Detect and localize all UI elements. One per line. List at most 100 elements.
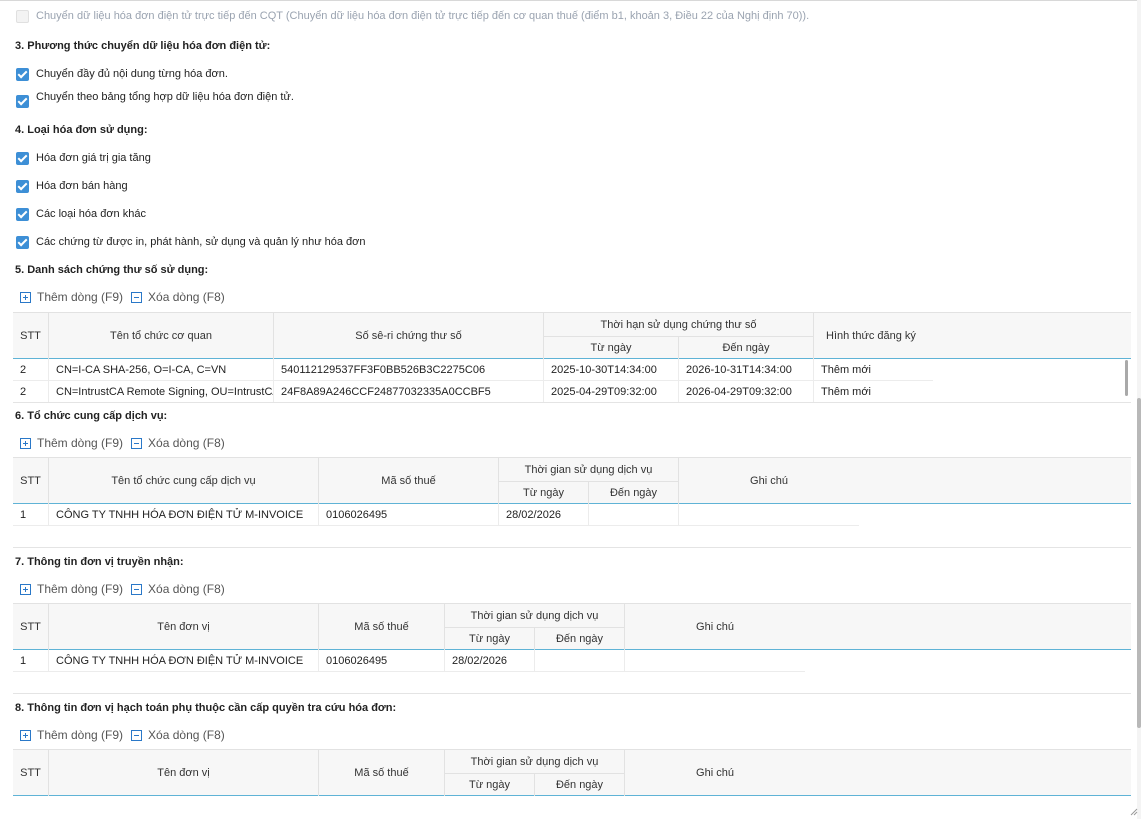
plus-square-icon bbox=[20, 437, 31, 449]
section-4-heading: 4. Loại hóa đơn sử dụng: bbox=[15, 124, 148, 136]
page-scrollbar[interactable] bbox=[1137, 0, 1141, 819]
col-tax-code[interactable]: Mã số thuế bbox=[319, 750, 445, 796]
col-group-period: Thời gian sử dụng dịch vụ bbox=[499, 458, 679, 481]
checkbox-checked-icon[interactable] bbox=[16, 207, 29, 221]
section-5-toolbar: Thêm dòng (F9) Xóa dòng (F8) bbox=[20, 289, 233, 305]
cell-form: Thêm mới bbox=[821, 364, 871, 376]
col-org-name[interactable]: Tên tổ chức cơ quan bbox=[49, 313, 274, 359]
section-8-heading: 8. Thông tin đơn vị hạch toán phụ thuộc … bbox=[15, 702, 397, 714]
col-to-date[interactable]: Đến ngày bbox=[535, 773, 625, 796]
table-row[interactable]: 2 CN=IntrustCA Remote Signing, OU=Intrus… bbox=[13, 381, 933, 403]
cell-org: CN=I-CA SHA-256, O=I-CA, C=VN bbox=[49, 359, 274, 381]
col-tax-code[interactable]: Mã số thuế bbox=[319, 604, 445, 650]
col-note[interactable]: Ghi chú bbox=[625, 750, 805, 796]
minus-square-icon bbox=[131, 729, 143, 741]
col-registration-form[interactable]: Hình thức đăng ký bbox=[814, 313, 1131, 359]
cell-to bbox=[535, 650, 625, 672]
delete-row-button[interactable]: Xóa dòng (F8) bbox=[131, 728, 225, 742]
checkbox-checked-icon[interactable] bbox=[16, 151, 29, 165]
checkbox-checked-icon[interactable] bbox=[16, 235, 29, 249]
col-to-date[interactable]: Đến ngày bbox=[679, 336, 814, 359]
cell-name: CÔNG TY TNHH HÓA ĐƠN ĐIỆN TỬ M-INVOICE bbox=[49, 504, 319, 526]
col-from-date[interactable]: Từ ngày bbox=[445, 627, 535, 650]
delete-row-button[interactable]: Xóa dòng (F8) bbox=[131, 436, 225, 450]
cell-stt: 2 bbox=[13, 359, 49, 381]
option-documents-as-invoices[interactable]: Các chứng từ được in, phát hành, sử dụng… bbox=[16, 234, 366, 250]
option-direct-transfer[interactable]: Chuyển dữ liệu hóa đơn điện tử trực tiếp… bbox=[16, 8, 809, 24]
add-row-button[interactable]: Thêm dòng (F9) bbox=[20, 436, 123, 450]
col-unit-name[interactable]: Tên đơn vị bbox=[49, 604, 319, 650]
add-row-button[interactable]: Thêm dòng (F9) bbox=[20, 582, 123, 596]
add-row-button[interactable]: Thêm dòng (F9) bbox=[20, 290, 123, 304]
page-scrollbar-thumb[interactable] bbox=[1137, 398, 1141, 728]
delete-row-label: Xóa dòng (F8) bbox=[148, 582, 225, 596]
option-label: Chuyển theo bảng tổng hợp dữ liệu hóa đơ… bbox=[36, 91, 294, 103]
col-stt[interactable]: STT bbox=[13, 458, 49, 504]
col-from-date[interactable]: Từ ngày bbox=[544, 336, 679, 359]
col-note[interactable]: Ghi chú bbox=[625, 604, 805, 650]
col-to-date[interactable]: Đến ngày bbox=[589, 481, 679, 504]
grid-bottom-divider bbox=[13, 402, 1131, 403]
option-vat-invoice[interactable]: Hóa đơn giá trị gia tăng bbox=[16, 150, 151, 166]
resize-handle-icon[interactable] bbox=[1130, 808, 1138, 816]
delete-row-label: Xóa dòng (F8) bbox=[148, 436, 225, 450]
grid-header: STT Tên tổ chức cung cấp dịch vụ Mã số t… bbox=[13, 457, 1131, 504]
add-row-label: Thêm dòng (F9) bbox=[37, 728, 124, 742]
checkbox-checked-icon[interactable] bbox=[16, 67, 29, 81]
col-provider-name[interactable]: Tên tổ chức cung cấp dịch vụ bbox=[49, 458, 319, 504]
delete-row-label: Xóa dòng (F8) bbox=[148, 728, 225, 742]
dependent-unit-grid: STT Tên đơn vị Mã số thuế Thời gian sử d… bbox=[13, 749, 1131, 797]
checkbox-unchecked-icon[interactable] bbox=[16, 9, 29, 23]
cell-serial: 24F8A89A246CCF24877032335A0CCBF5 bbox=[274, 381, 544, 403]
cell-org: CN=IntrustCA Remote Signing, OU=IntrustC… bbox=[49, 381, 274, 403]
plus-square-icon bbox=[20, 729, 31, 741]
certificate-grid: STT Tên tổ chức cơ quan Số sê-ri chứng t… bbox=[13, 312, 1131, 404]
cell-name: CÔNG TY TNHH HÓA ĐƠN ĐIỆN TỬ M-INVOICE bbox=[49, 650, 319, 672]
cell-from: 28/02/2026 bbox=[445, 650, 535, 672]
section-divider bbox=[13, 547, 1131, 548]
checkbox-checked-icon[interactable] bbox=[16, 94, 29, 108]
checkbox-checked-icon[interactable] bbox=[16, 179, 29, 193]
table-row[interactable]: 1 CÔNG TY TNHH HÓA ĐƠN ĐIỆN TỬ M-INVOICE… bbox=[13, 504, 859, 526]
col-from-date[interactable]: Từ ngày bbox=[499, 481, 589, 504]
option-summary-table[interactable]: Chuyển theo bảng tổng hợp dữ liệu hóa đơ… bbox=[16, 89, 294, 108]
col-from-date[interactable]: Từ ngày bbox=[445, 773, 535, 796]
registration-form-page: Chuyển dữ liệu hóa đơn điện tử trực tiếp… bbox=[0, 0, 1141, 819]
cell-tax: 0106026495 bbox=[319, 650, 445, 672]
cell-note bbox=[679, 504, 859, 526]
col-stt[interactable]: STT bbox=[13, 604, 49, 650]
transmitter-grid: STT Tên đơn vị Mã số thuế Thời gian sử d… bbox=[13, 603, 1131, 673]
minus-square-icon bbox=[131, 583, 143, 595]
add-row-label: Thêm dòng (F9) bbox=[37, 582, 124, 596]
option-sales-invoice[interactable]: Hóa đơn bán hàng bbox=[16, 178, 128, 194]
delete-row-button[interactable]: Xóa dòng (F8) bbox=[131, 290, 225, 304]
col-serial[interactable]: Số sê-ri chứng thư số bbox=[274, 313, 544, 359]
cell-serial: 540112129537FF3F0BB526B3C2275C06 bbox=[274, 359, 544, 381]
cell-tax: 0106026495 bbox=[319, 504, 499, 526]
col-to-date[interactable]: Đến ngày bbox=[535, 627, 625, 650]
col-note[interactable]: Ghi chú bbox=[679, 458, 859, 504]
cell-from: 2025-10-30T14:34:00 bbox=[544, 359, 679, 381]
option-label: Chuyển đầy đủ nội dung từng hóa đơn. bbox=[36, 68, 228, 80]
col-tax-code[interactable]: Mã số thuế bbox=[319, 458, 499, 504]
plus-square-icon bbox=[20, 291, 31, 303]
option-other-invoices[interactable]: Các loại hóa đơn khác bbox=[16, 206, 146, 222]
table-row[interactable]: 2 CN=I-CA SHA-256, O=I-CA, C=VN 54011212… bbox=[13, 359, 933, 381]
cell-stt: 1 bbox=[13, 650, 49, 672]
col-stt[interactable]: STT bbox=[13, 750, 49, 796]
plus-square-icon bbox=[20, 583, 31, 595]
cell-from: 2025-04-29T09:32:00 bbox=[544, 381, 679, 403]
grid-scrollbar-thumb[interactable] bbox=[1125, 360, 1128, 396]
cell-stt: 1 bbox=[13, 504, 49, 526]
col-group-period: Thời hạn sử dụng chứng thư số bbox=[544, 313, 814, 336]
table-row[interactable]: 1 CÔNG TY TNHH HÓA ĐƠN ĐIỆN TỬ M-INVOICE… bbox=[13, 650, 805, 672]
col-unit-name[interactable]: Tên đơn vị bbox=[49, 750, 319, 796]
add-row-button[interactable]: Thêm dòng (F9) bbox=[20, 728, 123, 742]
col-stt[interactable]: STT bbox=[13, 313, 49, 359]
option-full-content[interactable]: Chuyển đầy đủ nội dung từng hóa đơn. bbox=[16, 66, 228, 82]
delete-row-button[interactable]: Xóa dòng (F8) bbox=[131, 582, 225, 596]
minus-square-icon bbox=[131, 291, 143, 303]
section-7-heading: 7. Thông tin đơn vị truyền nhận: bbox=[15, 556, 184, 568]
option-label: Các chứng từ được in, phát hành, sử dụng… bbox=[36, 236, 366, 248]
option-label: Hóa đơn giá trị gia tăng bbox=[36, 152, 151, 164]
